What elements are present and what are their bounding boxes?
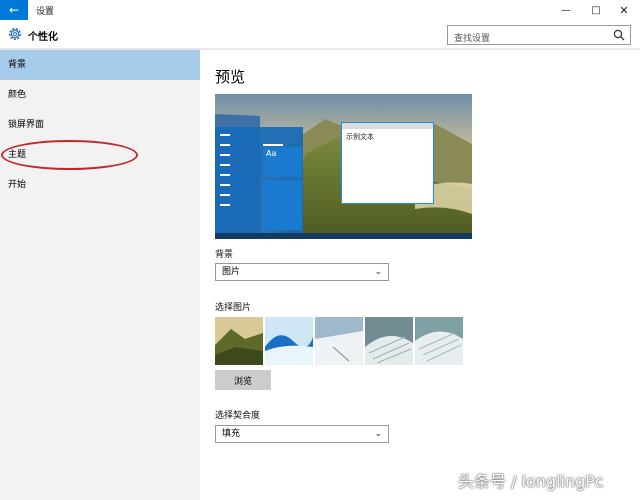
page-title: 个性化 [28,32,58,43]
sample-window-preview: 示例文本 [341,122,434,204]
fit-label: 选择契合度 [215,411,261,421]
picture-thumbnails [215,317,463,365]
sidebar-item-background[interactable]: 背景 [0,50,200,80]
close-button[interactable]: ✕ [610,0,638,20]
sidebar: 背景 颜色 锁屏界面 主题 开始 [0,50,200,500]
back-button[interactable]: ← [0,0,28,20]
browse-button[interactable]: 浏览 [215,370,271,390]
sample-window-text: 示例文本 [346,133,374,141]
chevron-down-icon: ⌄ [374,267,382,277]
sidebar-item-colors[interactable]: 颜色 [0,80,200,110]
window-title: 设置 [36,7,55,17]
gear-icon [9,28,21,40]
page-header: 个性化 [0,20,640,49]
chevron-down-icon: ⌄ [374,429,382,439]
main-content: 预览 Aa 示例文本 背景 图片 ⌄ 选择图片 浏览 选择契合度 填充 ⌄ [200,50,640,500]
fit-dropdown-value: 填充 [222,429,241,439]
thumbnail-snow-mountain[interactable] [315,317,363,365]
taskbar-preview [215,233,472,239]
thumbnail-blue-wave[interactable] [265,317,313,365]
desktop-preview: Aa 示例文本 [215,94,472,239]
title-bar: ← 设置 — □ ✕ [0,0,640,20]
accent-tile-preview: Aa [263,147,302,177]
background-label: 背景 [215,250,234,260]
search-box[interactable] [447,25,631,48]
maximize-button[interactable]: □ [582,0,610,20]
watermark-text: 头条号 / longlingPc [458,472,604,491]
accent-tiles-preview [263,180,302,230]
start-menu-list-preview [220,134,230,214]
background-dropdown[interactable]: 图片 ⌄ [215,263,389,281]
search-input[interactable] [448,30,608,48]
sidebar-item-start[interactable]: 开始 [0,170,200,200]
preview-heading: 预览 [215,68,246,86]
search-icon[interactable] [613,29,625,41]
sidebar-item-lockscreen[interactable]: 锁屏界面 [0,110,200,140]
back-arrow-icon: ← [8,3,20,17]
tile-header-line [263,144,283,146]
thumbnail-white-lines-2[interactable] [415,317,463,365]
fit-dropdown[interactable]: 填充 ⌄ [215,425,389,443]
close-icon: ✕ [619,3,629,17]
maximize-icon: □ [591,4,601,16]
background-dropdown-value: 图片 [222,267,241,277]
minimize-icon: — [561,4,571,16]
thumbnail-white-lines[interactable] [365,317,413,365]
sidebar-item-themes[interactable]: 主题 [0,140,200,170]
choose-picture-label: 选择图片 [215,303,252,313]
thumbnail-landscape[interactable] [215,317,263,365]
minimize-button[interactable]: — [552,0,580,20]
